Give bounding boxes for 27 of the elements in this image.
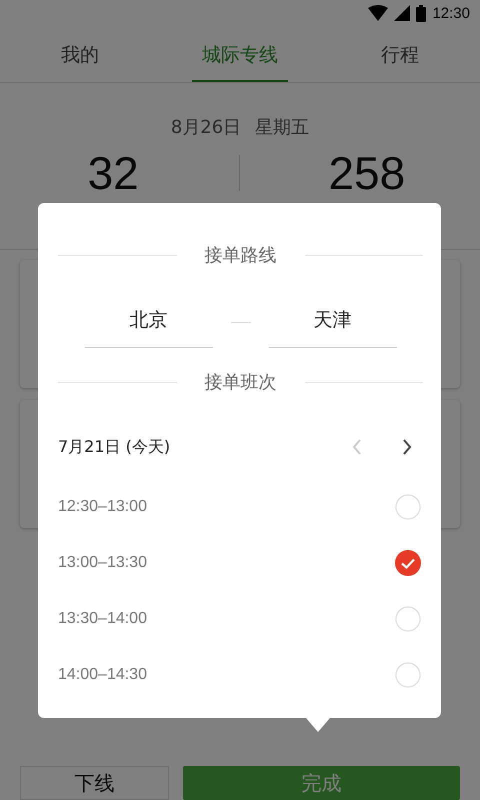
schedule-date: 7月21日 (今天)	[58, 436, 170, 458]
weekday-text: 星期五	[255, 116, 310, 139]
done-button[interactable]: 完成	[183, 766, 460, 800]
status-time: 12:30	[432, 4, 470, 22]
time-slot-label: 13:00–13:30	[58, 554, 147, 572]
offline-button[interactable]: 下线	[20, 766, 169, 800]
radio-button[interactable]	[395, 606, 421, 632]
to-city-field[interactable]: 天津	[268, 297, 396, 348]
time-slot-label: 13:30–14:00	[58, 610, 147, 628]
chevron-right-icon[interactable]	[401, 438, 413, 456]
time-slot-label: 12:30–13:00	[58, 498, 147, 516]
date-text: 8月26日	[170, 116, 242, 139]
radio-button[interactable]	[395, 494, 421, 520]
tab[interactable]: 我的	[0, 27, 160, 82]
signal-icon	[394, 5, 410, 21]
radio-button[interactable]	[395, 662, 421, 688]
tab[interactable]: 城际专线	[160, 27, 320, 82]
from-city-field[interactable]: 北京	[84, 297, 212, 348]
battery-icon	[416, 4, 426, 22]
time-slot-label: 14:00–14:30	[58, 666, 147, 684]
stat-number: 32	[86, 150, 140, 196]
tab[interactable]: 行程	[320, 27, 480, 82]
radio-checked-icon[interactable]	[395, 550, 421, 576]
section-title: 接单班次	[204, 371, 276, 394]
stat-number: 258	[327, 150, 406, 196]
wifi-icon	[368, 5, 388, 21]
section-title: 接单路线	[204, 244, 276, 267]
